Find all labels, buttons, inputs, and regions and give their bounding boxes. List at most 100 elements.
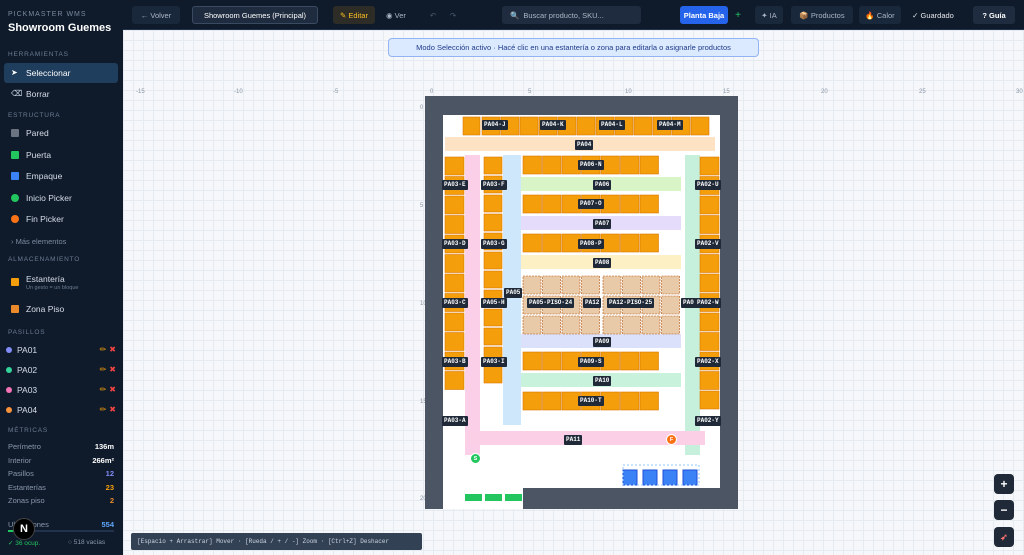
shelf-label[interactable]: PA02-X [695,357,721,367]
tool-select[interactable]: ➤ Seleccionar [4,63,118,83]
structure-door[interactable]: Puerta [4,145,118,165]
layout-select[interactable]: Showroom Guemes (Principal) [192,6,318,24]
locate-picker-icon[interactable]: ➶ [994,527,1014,547]
shelf-label[interactable]: PA07 [593,219,612,229]
shelf-label[interactable]: PA04-K [540,120,566,130]
structure-packing[interactable]: Empaque [4,166,118,186]
metric-value: 136m [94,442,114,451]
heatmap-button[interactable]: 🔥 Calor [859,6,901,24]
structure-door-label: Puerta [26,150,52,160]
shelf-label[interactable]: PA02-V [695,239,721,249]
edit-icon[interactable]: ✏ [100,405,107,414]
structure-wall[interactable]: Pared [4,123,118,143]
shelf-label[interactable]: PA03-E [442,180,468,190]
map-canvas[interactable]: Modo Selección activo · Hacé clic en una… [123,30,1024,555]
aisle-item[interactable]: PA04 ✏ ✖ [6,401,118,419]
tool-erase[interactable]: ⌫ Borrar [4,84,118,104]
add-floor-button[interactable]: + [732,6,744,24]
aisle-item[interactable]: PA02 ✏ ✖ [6,361,118,379]
redo-icon[interactable]: ↷ [445,6,461,24]
metric-shelves: Estanterías 23 [8,483,114,492]
aisle-item[interactable]: PA03 ✏ ✖ [6,381,118,399]
shelf-label[interactable]: PA10-T [578,396,604,406]
metric-label: Estanterías [8,483,46,492]
shelf-label[interactable]: PA08-P [578,239,604,249]
shelf-label[interactable]: PA07-O [578,199,604,209]
shelf-label[interactable]: PA05 [504,288,523,298]
shelf-label[interactable]: PA12 [583,298,602,308]
metric-aisles: Pasillos 12 [8,469,114,478]
shelf-label[interactable]: PA02-U [695,180,721,190]
guide-button[interactable]: ? Guía [973,6,1015,24]
occupancy-occupied: ✓ 36 ocup. [8,540,41,547]
edit-mode-button[interactable]: ✎ Editar [333,6,375,24]
shelf-label[interactable]: PA12-PISO-25 [607,298,655,308]
shelf-label[interactable]: PA09 [593,337,612,347]
shelf-label[interactable]: PA02-Y [695,416,721,426]
ruler-tick-label: -15 [136,89,145,95]
edit-icon[interactable]: ✏ [100,385,107,394]
search-input[interactable]: 🔍 Buscar producto, SKU... [502,6,641,24]
shelf-label[interactable]: PA06-N [578,160,604,170]
shelf-cell [576,116,596,136]
shelf-cell [620,391,640,411]
shelf-label[interactable]: PA03-D [442,239,468,249]
shelf-label[interactable]: PA03-B [442,357,468,367]
zoom-in-button[interactable]: + [994,474,1014,494]
shelf-cell [699,312,720,332]
shelf-label[interactable]: PA03-I [481,357,507,367]
ruler-tick-label: 5 [528,89,532,95]
structure-picker-end[interactable]: Fin Picker [4,209,118,229]
picker-start-marker[interactable]: S [470,453,481,464]
packing-station [682,469,698,486]
shelf-label[interactable]: PA0 [681,298,696,308]
undo-icon[interactable]: ↶ [425,6,441,24]
shelf-label[interactable]: PA03-A [442,416,468,426]
view-mode-button[interactable]: ◉ Ver [379,6,413,24]
structure-packing-label: Empaque [26,171,63,181]
storage-shelf[interactable]: Estantería Un gesto = un bloque [4,270,118,294]
shelf-cell [699,390,720,410]
storage-floor-zone[interactable]: Zona Piso [4,299,118,319]
shelf-label[interactable]: PA05-H [481,298,507,308]
shelf-label[interactable]: PA04-M [657,120,683,130]
door [485,494,502,501]
shelf-label[interactable]: PA03-F [481,180,507,190]
shelf-label[interactable]: PA09-S [578,357,604,367]
shelf-cell [522,351,542,371]
more-elements-toggle[interactable]: › Más elementos [4,231,118,251]
edit-icon[interactable]: ✏ [100,365,107,374]
user-avatar[interactable]: N [13,518,35,540]
delete-icon[interactable]: ✖ [109,365,116,374]
shelf-label[interactable]: PA02-W [695,298,721,308]
shelf-label[interactable]: PA05-PISO-24 [527,298,575,308]
shelf-label[interactable]: PA11 [564,435,583,445]
shelf-label[interactable]: PA06 [593,180,612,190]
ruler-tick-label: -5 [333,89,339,95]
shelf-label[interactable]: PA03-C [442,298,468,308]
shelf-cell [542,351,562,371]
products-button[interactable]: 📦 Productos [791,6,853,24]
delete-icon[interactable]: ✖ [109,385,116,394]
delete-icon[interactable]: ✖ [109,345,116,354]
back-button[interactable]: ← Volver [132,6,180,24]
shelf-label[interactable]: PA10 [593,376,612,386]
zoom-out-button[interactable]: − [994,500,1014,520]
shelf-cell [600,155,620,175]
brand-subtitle: PICKMASTER WMS [8,11,87,18]
shelf-label[interactable]: PA08 [593,258,612,268]
delete-icon[interactable]: ✖ [109,405,116,414]
floor-button[interactable]: Planta Baja [680,6,728,24]
shelf-label[interactable]: PA04-L [599,120,625,130]
shelf-cell [444,254,465,273]
ai-button[interactable]: ✦ IA [755,6,783,24]
shelf-label[interactable]: PA04 [575,140,594,150]
shelf-cell [522,391,542,411]
picker-end-marker[interactable]: F [666,434,677,445]
shelf-cell [522,155,542,175]
shelf-label[interactable]: PA03-G [481,239,507,249]
structure-picker-start[interactable]: Inicio Picker [4,188,118,208]
shelf-label[interactable]: PA04-J [482,120,508,130]
edit-icon[interactable]: ✏ [100,345,107,354]
aisle-item[interactable]: PA01 ✏ ✖ [6,341,118,359]
